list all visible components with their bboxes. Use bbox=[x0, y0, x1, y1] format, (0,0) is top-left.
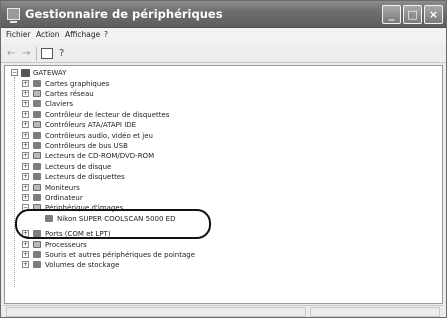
tree-item[interactable]: + Lecteurs de disquettes bbox=[22, 172, 282, 182]
maximize-button[interactable]: □ bbox=[403, 5, 422, 24]
tree-item-label: Lecteurs de CD-ROM/DVD-ROM bbox=[45, 152, 155, 161]
monitor-icon bbox=[33, 183, 41, 191]
collapse-toggle[interactable]: − bbox=[11, 69, 18, 76]
tree-item[interactable]: + Cartes réseau bbox=[22, 89, 282, 99]
help-icon[interactable]: ? bbox=[59, 48, 64, 60]
processor-icon bbox=[33, 240, 41, 248]
ide-controller-icon bbox=[33, 121, 41, 129]
sound-icon bbox=[33, 131, 41, 139]
expand-toggle[interactable]: + bbox=[22, 89, 29, 97]
forward-icon[interactable]: → bbox=[22, 48, 30, 60]
computer-icon bbox=[21, 69, 30, 77]
storage-volume-icon bbox=[33, 261, 41, 269]
display-adapter-icon bbox=[33, 79, 41, 87]
tree-root[interactable]: − GATEWAY bbox=[11, 68, 131, 78]
window-title: Gestionnaire de périphériques bbox=[25, 7, 223, 21]
menu-help[interactable]: ? bbox=[104, 30, 108, 39]
expand-toggle[interactable]: + bbox=[22, 240, 29, 248]
expand-toggle[interactable]: + bbox=[22, 173, 29, 181]
menu-bar: Fichier Action Affichage ? bbox=[1, 28, 446, 44]
expand-toggle[interactable]: + bbox=[22, 131, 29, 139]
title-bar[interactable]: Gestionnaire de périphériques _ □ × bbox=[1, 1, 446, 28]
network-adapter-icon bbox=[33, 89, 41, 97]
tree-item-label: Contrôleurs de bus USB bbox=[45, 141, 128, 150]
toolbar: ← → ? bbox=[1, 45, 446, 63]
tree-item[interactable]: + Processeurs bbox=[22, 240, 282, 250]
expand-toggle[interactable]: + bbox=[22, 261, 29, 269]
tree-item[interactable]: + Contrôleurs ATA/ATAPI IDE bbox=[22, 120, 282, 130]
tree-item[interactable]: + Cartes graphiques bbox=[22, 79, 282, 89]
tree-item[interactable]: + Volumes de stockage bbox=[22, 260, 282, 270]
tree-item-label: Contrôleur de lecteur de disquettes bbox=[45, 110, 170, 119]
device-manager-window: Gestionnaire de périphériques _ □ × Fich… bbox=[0, 0, 447, 318]
close-button[interactable]: × bbox=[424, 5, 443, 24]
minimize-button[interactable]: _ bbox=[382, 5, 401, 24]
expand-toggle[interactable]: + bbox=[22, 121, 29, 129]
menu-action[interactable]: Action bbox=[36, 30, 60, 39]
floppy-drive-icon bbox=[33, 173, 41, 181]
floppy-controller-icon bbox=[33, 110, 41, 118]
tree-item-label: Lecteurs de disquettes bbox=[45, 173, 125, 182]
expand-toggle[interactable]: + bbox=[22, 79, 29, 87]
expand-toggle[interactable]: + bbox=[22, 250, 29, 258]
tree-root-label: GATEWAY bbox=[33, 69, 67, 77]
tree-item[interactable]: + Lecteurs de disque bbox=[22, 162, 282, 172]
expand-toggle[interactable]: + bbox=[22, 152, 29, 160]
tree-item-label: Cartes graphiques bbox=[45, 79, 110, 88]
tree-item-label: Claviers bbox=[45, 100, 74, 109]
status-cell bbox=[310, 307, 440, 317]
device-manager-icon bbox=[7, 8, 20, 23]
expand-toggle[interactable]: + bbox=[22, 100, 29, 108]
status-cell bbox=[6, 307, 306, 317]
tree-item[interactable]: + Contrôleurs de bus USB bbox=[22, 141, 282, 151]
tree-item-label: Processeurs bbox=[45, 240, 87, 249]
mouse-icon bbox=[33, 250, 41, 258]
usb-icon bbox=[33, 141, 41, 149]
tree-item-label: Moniteurs bbox=[45, 183, 80, 192]
tree-item-label: Contrôleurs ATA/ATAPI IDE bbox=[45, 121, 137, 130]
tree-guide-line bbox=[14, 77, 15, 287]
keyboard-icon bbox=[33, 100, 41, 108]
status-bar bbox=[4, 305, 443, 317]
expand-toggle[interactable]: + bbox=[22, 193, 29, 201]
tree-item[interactable]: + Lecteurs de CD-ROM/DVD-ROM bbox=[22, 151, 282, 161]
expand-toggle[interactable]: + bbox=[22, 141, 29, 149]
highlight-circle bbox=[15, 209, 211, 239]
computer-icon bbox=[33, 193, 41, 201]
tree-item-label: Lecteurs de disque bbox=[45, 162, 112, 171]
menu-view[interactable]: Affichage bbox=[65, 30, 100, 39]
tree-item[interactable]: + Contrôleurs audio, vidéo et jeu bbox=[22, 131, 282, 141]
cdrom-icon bbox=[33, 152, 41, 160]
tree-item-label: Contrôleurs audio, vidéo et jeu bbox=[45, 131, 153, 140]
expand-toggle[interactable]: + bbox=[22, 183, 29, 191]
toolbar-separator bbox=[36, 47, 37, 61]
tree-item[interactable]: + Contrôleur de lecteur de disquettes bbox=[22, 110, 282, 120]
tree-item-label: Cartes réseau bbox=[45, 89, 94, 98]
expand-toggle[interactable]: + bbox=[22, 162, 29, 170]
tree-item[interactable]: + Souris et autres périphériques de point… bbox=[22, 250, 282, 260]
device-tree: − GATEWAY + Cartes graphiques + Cartes rése… bbox=[4, 65, 443, 304]
back-icon[interactable]: ← bbox=[7, 48, 15, 60]
tree-item[interactable]: + Claviers bbox=[22, 99, 282, 109]
tree-item-label: Volumes de stockage bbox=[45, 261, 120, 270]
tree-item[interactable]: + Moniteurs bbox=[22, 183, 282, 193]
tree-item[interactable]: + Ordinateur bbox=[22, 193, 282, 203]
tree-item-label: Souris et autres périphériques de pointa… bbox=[45, 250, 196, 259]
tree-item-label: Ordinateur bbox=[45, 193, 83, 202]
properties-icon[interactable] bbox=[41, 48, 53, 59]
disk-drive-icon bbox=[33, 162, 41, 170]
expand-toggle[interactable]: + bbox=[22, 110, 29, 118]
menu-file[interactable]: Fichier bbox=[6, 30, 31, 39]
